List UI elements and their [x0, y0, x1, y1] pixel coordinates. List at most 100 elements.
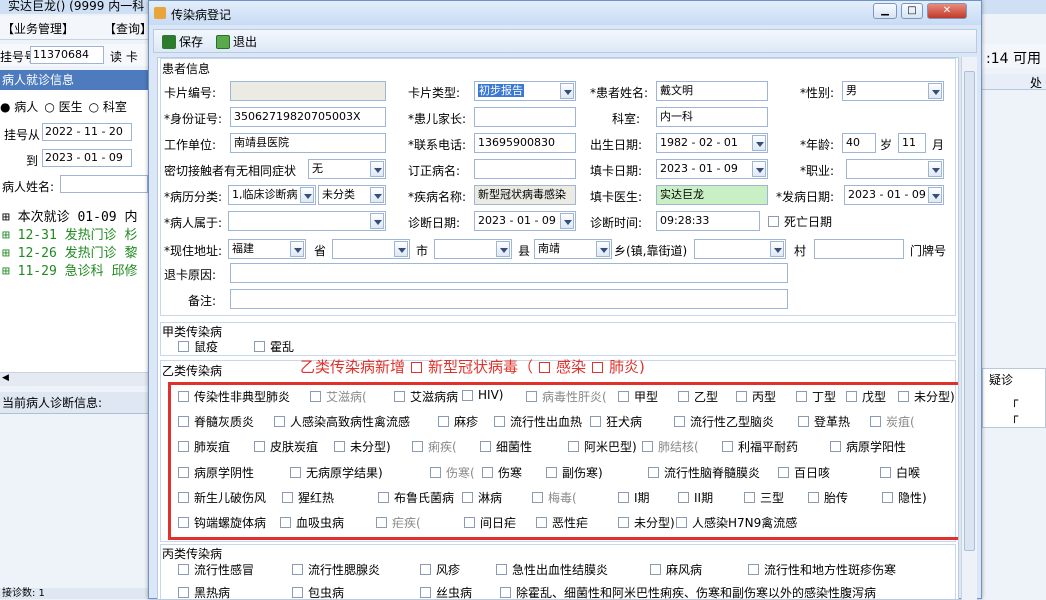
class-c-checkbox[interactable]: 除霍乱、细菌性和阿米巴性痢疾、伤寒和副伤寒以外的感染性腹泻病 — [500, 584, 876, 599]
menu-business[interactable]: 【业务管理】 — [2, 20, 74, 37]
class-b-checkbox[interactable]: 利福平耐药 — [722, 438, 798, 455]
fill-date-picker[interactable]: 2023 - 01 - 09 — [656, 159, 768, 179]
gender-select[interactable]: 男 — [842, 81, 944, 101]
class-b-checkbox[interactable]: 百日咳 — [778, 464, 830, 481]
class-c-checkbox[interactable]: 黑热病 — [178, 584, 230, 599]
class-b-checkbox[interactable]: 未分型) — [898, 388, 955, 405]
class-b-checkbox[interactable]: 伤寒 — [482, 464, 522, 481]
class-b-checkbox[interactable]: 艾滋病病 — [394, 388, 458, 405]
save-button[interactable]: 保存 — [162, 33, 203, 51]
doctor-input[interactable]: 实达巨龙 — [656, 185, 768, 205]
town-select[interactable] — [694, 239, 786, 259]
class-b-checkbox[interactable]: 登革热 — [798, 413, 850, 430]
case-class-select[interactable]: 1,临床诊断病 — [228, 185, 316, 205]
occupation-select[interactable] — [846, 159, 944, 179]
class-b-checkbox[interactable]: 脊髓灰质炎 — [178, 413, 254, 430]
chevron-down-icon[interactable] — [290, 241, 304, 257]
visit-tree-item[interactable]: ⊞ 11-29 急诊科 邱修 — [2, 260, 137, 279]
dialog-titlebar[interactable]: 传染病登记 ▁ □ ✕ — [149, 1, 981, 25]
class-b-checkbox[interactable]: 间日疟 — [464, 514, 516, 531]
read-card-button[interactable]: 读 卡 — [110, 48, 138, 65]
workplace-input[interactable]: 南靖县医院 — [230, 133, 386, 153]
disease-name-input[interactable]: 新型冠状病毒感染 — [474, 185, 576, 205]
chevron-down-icon[interactable] — [496, 241, 510, 257]
visit-tree-item[interactable]: ⊞ 本次就诊 01-09 内 — [2, 206, 137, 225]
patient-name-input[interactable] — [60, 175, 148, 193]
scroll-left-icon[interactable]: ◀ — [2, 373, 9, 383]
chevron-down-icon[interactable] — [560, 213, 574, 229]
radio-dept[interactable]: ○ 科室 — [89, 98, 127, 115]
class-b-checkbox[interactable]: 新生儿破伤风 — [178, 489, 266, 506]
chevron-down-icon[interactable] — [770, 241, 784, 257]
visit-tree-item[interactable]: ⊞ 12-31 发热门诊 杉 — [2, 224, 137, 243]
village-input[interactable] — [814, 239, 904, 259]
class-c-checkbox[interactable]: 风疹 — [420, 561, 460, 578]
class-b-checkbox[interactable]: I期 — [618, 489, 650, 506]
patient-name-input[interactable]: 戴文明 — [656, 81, 768, 101]
id-no-input[interactable]: 35062719820705003X — [230, 107, 386, 127]
class-b-checkbox[interactable]: 戊型 — [846, 388, 886, 405]
guardian-input[interactable] — [474, 107, 576, 127]
reg-no-input[interactable]: 11370684 — [30, 46, 104, 64]
class-b-checkbox[interactable]: 乙型 — [678, 388, 718, 405]
contact-symptom-select[interactable]: 无 — [308, 159, 386, 179]
class-b-checkbox[interactable]: 隐性) — [882, 489, 927, 506]
chevron-down-icon[interactable] — [752, 135, 766, 151]
card-no-input[interactable] — [230, 81, 386, 101]
class-c-checkbox[interactable]: 流行性感冒 — [178, 561, 254, 578]
class-c-checkbox[interactable]: 包虫病 — [292, 584, 344, 599]
class-b-checkbox[interactable]: 甲型 — [618, 388, 658, 405]
class-b-checkbox[interactable]: 痢疾( — [412, 438, 457, 455]
class-b-checkbox[interactable]: 皮肤炭疽 — [254, 438, 318, 455]
chevron-down-icon[interactable] — [596, 241, 610, 257]
city-select[interactable] — [332, 239, 410, 259]
close-button[interactable]: ✕ — [927, 3, 967, 19]
chevron-down-icon[interactable] — [928, 83, 942, 99]
onset-date-picker[interactable]: 2023 - 01 - 09 — [844, 185, 944, 205]
class-b-checkbox[interactable]: 血吸虫病 — [280, 514, 344, 531]
horizontal-scrollbar[interactable]: ◀ — [0, 372, 150, 386]
class-b-checkbox[interactable]: 丙型 — [736, 388, 776, 405]
class-b-checkbox[interactable]: 病原学阴性 — [178, 464, 254, 481]
remark-input[interactable] — [230, 289, 788, 309]
class-b-checkbox[interactable]: 淋病 — [462, 489, 502, 506]
card-type-select[interactable]: 初步报告 — [474, 81, 576, 101]
minimize-button[interactable]: ▁ — [873, 3, 897, 19]
class-b-checkbox[interactable]: 丁型 — [796, 388, 836, 405]
class-b-checkbox[interactable]: 阿米巴型) — [568, 438, 637, 455]
class-b-checkbox[interactable]: 胎传 — [808, 489, 848, 506]
class-c-checkbox[interactable]: 流行性腮腺炎 — [292, 561, 380, 578]
birth-date-picker[interactable]: 1982 - 02 - 01 — [656, 133, 768, 153]
class-b-checkbox[interactable]: 三型 — [744, 489, 784, 506]
dept-input[interactable]: 内一科 — [656, 107, 768, 127]
class-b-checkbox[interactable]: 流行性出血热 — [494, 413, 582, 430]
chevron-down-icon[interactable] — [752, 161, 766, 177]
radio-patient[interactable]: ● 病人 — [0, 98, 38, 115]
phone-input[interactable]: 13695900830 — [474, 133, 576, 153]
revised-name-input[interactable] — [474, 159, 576, 179]
class-b-checkbox[interactable]: 未分型) — [618, 514, 675, 531]
patient-belong-select[interactable] — [228, 211, 386, 231]
chevron-down-icon[interactable] — [370, 187, 384, 203]
class-b-checkbox[interactable]: 白喉 — [880, 464, 920, 481]
class-b-checkbox[interactable]: HIV) — [462, 388, 503, 402]
class-b-checkbox[interactable]: 猩红热 — [282, 489, 334, 506]
county-select[interactable] — [434, 239, 512, 259]
class-b-checkbox[interactable]: 狂犬病 — [590, 413, 642, 430]
class-c-checkbox[interactable]: 麻风病 — [650, 561, 702, 578]
menu-query[interactable]: 【查询】 — [104, 20, 152, 37]
radio-doctor[interactable]: ○ 医生 — [44, 98, 82, 115]
return-reason-input[interactable] — [230, 263, 788, 283]
class-b-checkbox[interactable]: 炭疽( — [870, 413, 915, 430]
class-b-checkbox[interactable]: 病毒性肝炎( — [526, 388, 607, 405]
class-b-checkbox[interactable]: 艾滋病( — [310, 388, 367, 405]
class-b-checkbox[interactable]: 细菌性 — [480, 438, 532, 455]
class-b-checkbox[interactable]: 肺结核( — [642, 438, 699, 455]
class-c-checkbox[interactable]: 流行性和地方性斑疹伤寒 — [748, 561, 896, 578]
class-b-checkbox[interactable]: 伤寒( — [430, 464, 475, 481]
maximize-button[interactable]: □ — [901, 3, 923, 19]
class-b-checkbox[interactable]: 流行性脑脊髓膜炎 — [648, 464, 760, 481]
class-b-checkbox[interactable]: 未分型) — [334, 438, 391, 455]
class-b-checkbox[interactable]: 人感染高致病性禽流感 — [274, 413, 410, 430]
chevron-down-icon[interactable] — [394, 241, 408, 257]
